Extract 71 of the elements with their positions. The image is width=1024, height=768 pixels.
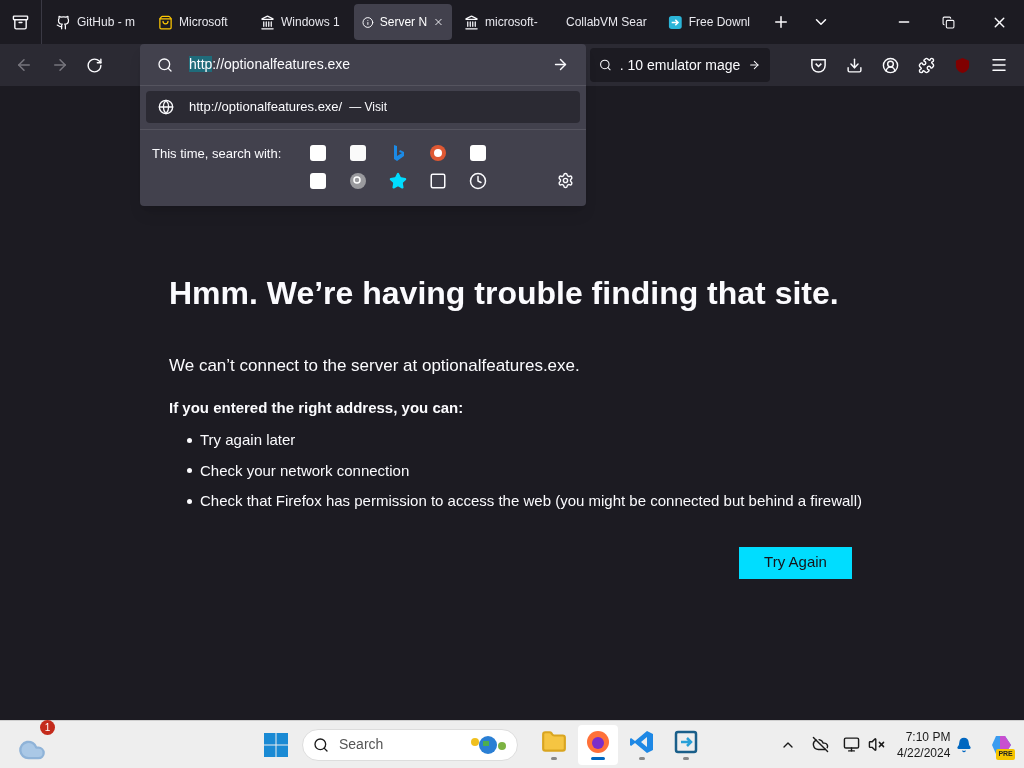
error-message: We can’t connect to the server at optionalfeatures.exe. bbox=[169, 355, 581, 377]
cloud-off-icon[interactable] bbox=[812, 736, 829, 753]
browser-tab[interactable]: microsoft- bbox=[456, 4, 554, 40]
browser-tab[interactable]: Server N bbox=[354, 4, 452, 40]
globe-icon bbox=[469, 733, 507, 756]
landmark-icon bbox=[260, 14, 275, 30]
download-icon[interactable] bbox=[846, 56, 863, 74]
tabs-icon[interactable] bbox=[429, 172, 447, 190]
search-icon bbox=[313, 736, 329, 753]
windows-logo-icon[interactable] bbox=[264, 732, 288, 757]
bookmarks-icon[interactable] bbox=[389, 172, 407, 190]
remote-app-icon bbox=[673, 729, 699, 755]
folder-icon bbox=[541, 729, 567, 755]
settings-icon[interactable] bbox=[557, 172, 574, 189]
search-bar[interactable]: . 10 emulator mage bbox=[590, 48, 770, 82]
browser-tab[interactable]: CollabVM Sear bbox=[558, 4, 656, 40]
reload-icon[interactable] bbox=[86, 56, 103, 74]
info-icon bbox=[362, 14, 374, 30]
bell-icon[interactable] bbox=[956, 736, 973, 753]
suggestion-url: http://optionalfeatures.exe/ bbox=[189, 98, 343, 117]
error-subtitle: If you entered the right address, you can: bbox=[169, 397, 465, 418]
search-text: . 10 emulator mage bbox=[619, 55, 741, 75]
address-field[interactable]: http://optionalfeatures.exe bbox=[189, 54, 351, 75]
search-engine-icon[interactable] bbox=[349, 172, 367, 190]
new-tab-icon[interactable] bbox=[772, 13, 790, 31]
error-title: Hmm. We’re having trouble finding that site. bbox=[169, 274, 840, 313]
bag-icon bbox=[158, 14, 173, 30]
browser-icon bbox=[585, 729, 611, 755]
cat-icon bbox=[56, 14, 71, 30]
back-icon[interactable] bbox=[15, 56, 33, 74]
search-engine-icon[interactable] bbox=[429, 144, 447, 162]
taskbar-search[interactable]: Search bbox=[302, 728, 518, 761]
extensions-icon[interactable] bbox=[918, 56, 935, 74]
browser-tab[interactable]: GitHub - m bbox=[48, 4, 146, 40]
search-engine-icon[interactable] bbox=[309, 172, 327, 190]
forward-icon[interactable] bbox=[51, 56, 69, 74]
try-again-button[interactable]: Try Again bbox=[739, 546, 852, 579]
search-engine-icon[interactable] bbox=[469, 144, 487, 162]
tip-text: Check your network connection bbox=[200, 460, 410, 481]
code-editor-icon bbox=[629, 729, 655, 755]
tip-text: Check that Firefox has permission to access the web (you might be connected but behind a firewall) bbox=[200, 491, 862, 511]
bullet-icon bbox=[187, 468, 192, 474]
go-arrow-icon[interactable] bbox=[552, 56, 569, 73]
bullet-icon bbox=[187, 498, 192, 504]
landmark-icon bbox=[464, 14, 479, 30]
globe-icon bbox=[158, 99, 174, 115]
pocket-icon[interactable] bbox=[810, 56, 827, 74]
restore-icon[interactable] bbox=[942, 15, 955, 29]
menu-icon[interactable] bbox=[990, 56, 1008, 74]
clock[interactable]: 7:10 PM 4/22/2024 bbox=[897, 728, 951, 761]
monitor-icon[interactable] bbox=[843, 736, 860, 753]
history-icon[interactable] bbox=[469, 172, 487, 190]
search-icon bbox=[157, 56, 173, 73]
app-icon bbox=[668, 14, 683, 30]
bullet-icon bbox=[187, 437, 192, 443]
muted-speaker-icon[interactable] bbox=[868, 736, 885, 753]
tip-text: Try again later bbox=[200, 430, 296, 450]
suggestion-row[interactable]: http://optionalfeatures.exe/ — Visit bbox=[146, 91, 580, 123]
notification-badge: 1 bbox=[40, 719, 55, 735]
search-placeholder: Search bbox=[339, 735, 384, 754]
search-icon bbox=[599, 57, 612, 73]
search-engine-icon[interactable] bbox=[349, 144, 367, 162]
search-engine-icon[interactable] bbox=[309, 144, 327, 162]
taskbar-app[interactable] bbox=[578, 724, 618, 765]
browser-tab[interactable]: Microsoft bbox=[150, 4, 248, 40]
suggestion-action: — Visit bbox=[349, 99, 387, 116]
browser-tab[interactable]: Free Downl bbox=[660, 4, 758, 40]
browser-tab[interactable]: Windows 1 bbox=[252, 4, 350, 40]
search-with-label: This time, search with: bbox=[152, 145, 283, 163]
tab-list-icon[interactable] bbox=[12, 13, 29, 31]
account-icon[interactable] bbox=[882, 56, 899, 74]
